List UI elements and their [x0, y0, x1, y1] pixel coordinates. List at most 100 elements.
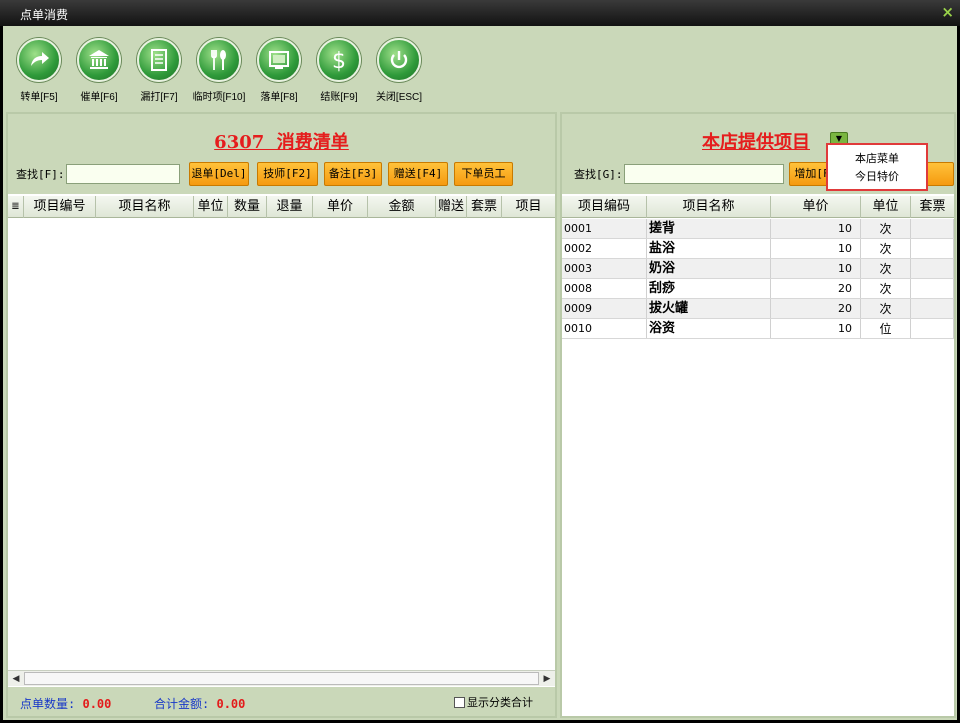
item-name: 刮痧 [647, 279, 771, 298]
column-header[interactable]: 单位 [194, 196, 228, 218]
order-staff-button[interactable]: 下单员工 [454, 162, 513, 186]
item-code: 0002 [562, 239, 647, 258]
total-amount-label: 合计金额: [154, 697, 210, 711]
item-code: 0010 [562, 319, 647, 338]
menu-option-store-menu[interactable]: 本店菜单 [828, 150, 926, 168]
document-icon [137, 38, 181, 82]
gift-button[interactable]: 赠送[F4] [388, 162, 448, 186]
store-items-title: 本店提供项目 [702, 132, 810, 153]
table-row[interactable]: 0002 盐浴 10 次 [562, 239, 954, 259]
screen-icon [257, 38, 301, 82]
column-header[interactable]: 单价 [771, 196, 861, 218]
item-ticket [911, 279, 954, 298]
column-header[interactable]: 项目 [502, 196, 555, 218]
scroll-left-icon[interactable]: ◀ [8, 671, 24, 687]
dollar-icon: $ [317, 38, 361, 82]
item-search-input[interactable] [624, 164, 784, 184]
consumption-list-title: 6307 消费清单 [214, 132, 349, 153]
total-amount-value: 0.00 [216, 697, 246, 711]
missed-print-button[interactable]: 漏打[F7] [129, 38, 189, 103]
item-list: 0001 搓背 10 次 0002 盐浴 10 次 0003 奶浴 10 次 0… [562, 219, 954, 339]
bank-icon [77, 38, 121, 82]
column-header[interactable]: 数量 [228, 196, 267, 218]
column-header[interactable]: 单价 [313, 196, 368, 218]
item-price: 20 [771, 279, 861, 298]
table-row[interactable]: 0010 浴资 10 位 [562, 319, 954, 339]
search-label: 查找[F]: [16, 168, 65, 181]
temp-item-button[interactable]: 临时项[F10] [189, 38, 249, 103]
summary-footer: 点单数量: 0.00 合计金额: 0.00 显示分类合计 [8, 687, 555, 716]
order-count-label: 点单数量: [20, 697, 76, 711]
toolbar-label: 转单[F5] [20, 92, 58, 103]
column-header[interactable]: 项目名称 [96, 196, 194, 218]
urge-order-button[interactable]: 催单[F6] [69, 38, 129, 103]
item-code: 0008 [562, 279, 647, 298]
table-row[interactable]: 0003 奶浴 10 次 [562, 259, 954, 279]
order-count-value: 0.00 [82, 697, 112, 711]
column-header[interactable]: 项目编码 [562, 196, 647, 218]
place-order-button[interactable]: 落单[F8] [249, 38, 309, 103]
technician-button[interactable]: 技师[F2] [257, 162, 318, 186]
title-bar: 点单消费 × [0, 0, 960, 26]
table-row[interactable]: 0001 搓背 10 次 [562, 219, 954, 239]
total-amount: 合计金额: 0.00 [154, 695, 245, 712]
column-header[interactable]: 套票 [911, 196, 954, 218]
column-header[interactable]: 退量 [267, 196, 313, 218]
table-row[interactable]: 0009 拔火罐 20 次 [562, 299, 954, 319]
toolbar-label: 关闭[ESC] [375, 92, 423, 103]
item-ticket [911, 219, 954, 238]
main-window: 转单[F5] 催单[F6] 漏打[F7] 临时项[F10] 落单[F8] $ 结… [3, 26, 957, 720]
item-unit: 次 [861, 279, 911, 298]
item-price: 10 [771, 239, 861, 258]
panel-header: 6307 消费清单 查找[F]: 退单[Del] 技师[F2] 备注[F3] 赠… [8, 114, 555, 194]
scroll-thumb[interactable] [24, 672, 539, 685]
checkout-button[interactable]: $ 结账[F9] [309, 38, 369, 103]
toolbar: 转单[F5] 催单[F6] 漏打[F7] 临时项[F10] 落单[F8] $ 结… [3, 26, 957, 110]
item-code: 0009 [562, 299, 647, 318]
note-button[interactable]: 备注[F3] [324, 162, 382, 186]
transfer-order-button[interactable]: 转单[F5] [9, 38, 69, 103]
toolbar-label: 催单[F6] [80, 92, 118, 103]
fork-spoon-icon [197, 38, 241, 82]
item-ticket [911, 239, 954, 258]
table-row[interactable]: 0008 刮痧 20 次 [562, 279, 954, 299]
column-header[interactable]: 金额 [368, 196, 436, 218]
item-unit: 次 [861, 219, 911, 238]
cancel-order-button[interactable]: 退单[Del] [189, 162, 249, 186]
search-input[interactable] [66, 164, 180, 184]
column-header[interactable]: 单位 [861, 196, 911, 218]
item-price: 10 [771, 259, 861, 278]
checkbox-label: 显示分类合计 [467, 696, 533, 709]
horizontal-scrollbar[interactable]: ◀ ▶ [8, 670, 555, 686]
item-ticket [911, 319, 954, 338]
table-header: 项目编码 项目名称 单价 单位 套票 [562, 196, 954, 218]
item-name: 搓背 [647, 219, 771, 238]
item-name: 盐浴 [647, 239, 771, 258]
item-price: 10 [771, 319, 861, 338]
table-header: ≣ 项目编号 项目名称 单位 数量 退量 单价 金额 赠送 套票 项目 [8, 196, 555, 218]
toolbar-label: 漏打[F7] [140, 92, 178, 103]
svg-text:$: $ [332, 49, 346, 73]
scroll-right-icon[interactable]: ▶ [539, 671, 555, 687]
item-code: 0001 [562, 219, 647, 238]
item-price: 10 [771, 219, 861, 238]
column-header[interactable]: 套票 [467, 196, 502, 218]
column-header[interactable]: 赠送 [436, 196, 467, 218]
forward-arrow-icon [17, 38, 61, 82]
item-unit: 次 [861, 239, 911, 258]
close-icon[interactable]: × [941, 3, 954, 21]
column-header[interactable]: 项目编号 [24, 196, 96, 218]
menu-option-daily-special[interactable]: 今日特价 [828, 168, 926, 186]
toolbar-label: 结账[F9] [320, 92, 358, 103]
power-icon [377, 38, 421, 82]
column-header[interactable]: 项目名称 [647, 196, 771, 218]
item-unit: 次 [861, 299, 911, 318]
category-total-checkbox[interactable]: 显示分类合计 [454, 694, 533, 710]
search-label: 查找[G]: [574, 168, 623, 181]
order-count: 点单数量: 0.00 [20, 695, 111, 712]
consumption-list-panel: 6307 消费清单 查找[F]: 退单[Del] 技师[F2] 备注[F3] 赠… [6, 112, 557, 718]
checkbox-box[interactable] [454, 696, 465, 708]
close-button[interactable]: 关闭[ESC] [369, 38, 429, 103]
toolbar-label: 临时项[F10] [192, 92, 246, 103]
menu-dropdown: 本店菜单 今日特价 [826, 143, 928, 191]
